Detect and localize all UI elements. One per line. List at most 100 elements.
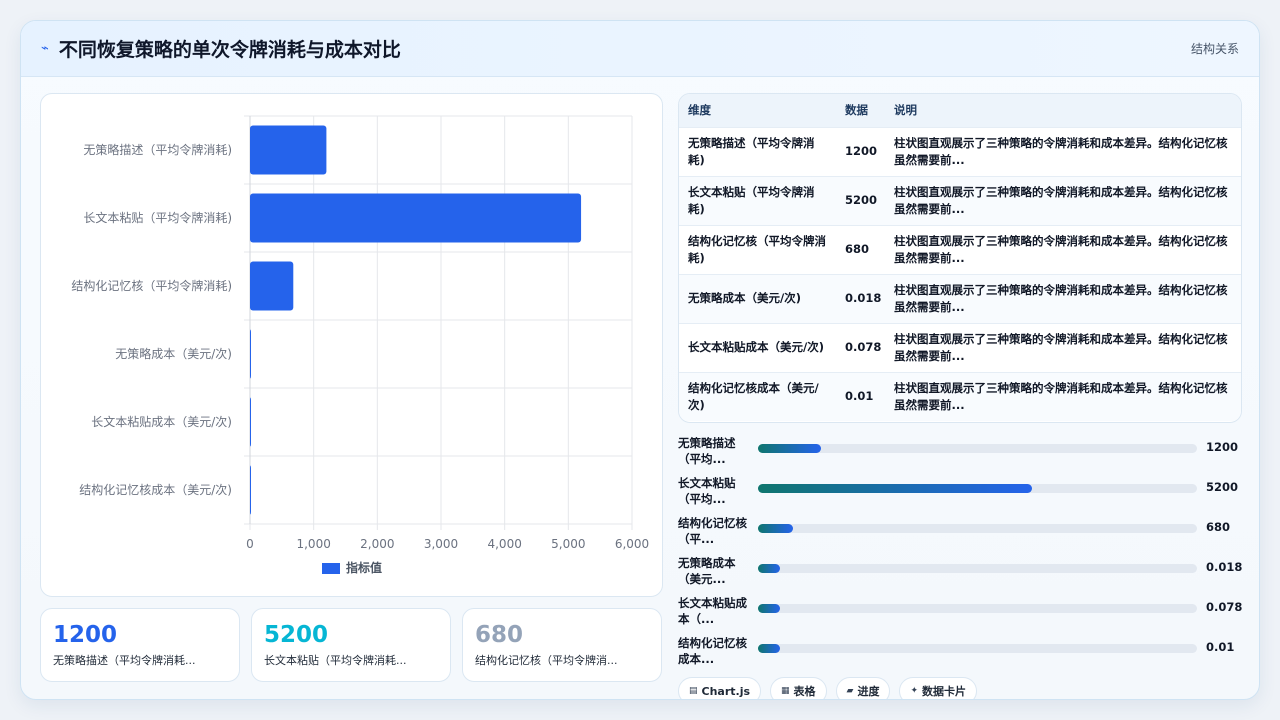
data-table-card: 维度 数据 说明 无策略描述（平均令牌消耗) 1200 柱状图直观展示了三种策略…	[678, 93, 1242, 423]
table-row: 长文本粘贴（平均令牌消耗) 5200 柱状图直观展示了三种策略的令牌消耗和成本差…	[679, 176, 1241, 225]
table-cell-dimension: 长文本粘贴（平均令牌消耗)	[688, 184, 815, 216]
bar-chart: 0 1,000 2,000 3,000 4,000 5,000 6,000 无策略描述（平均令…	[71, 115, 649, 575]
table-row: 无策略成本（美元/次) 0.018 柱状图直观展示了三种策略的令牌消耗和成本差异…	[679, 274, 1241, 323]
x-tick-label: 5,000	[551, 537, 585, 551]
table-row: 结构化记忆核（平均令牌消耗) 680 柱状图直观展示了三种策略的令牌消耗和成本差…	[679, 225, 1241, 274]
progress-track	[758, 604, 1197, 613]
chip-chartjs[interactable]: ▤ Chart.js	[678, 677, 762, 699]
progress-row: 长文本粘贴成本（... 0.078	[678, 593, 1242, 633]
table-cell-description: 柱状图直观展示了三种策略的令牌消耗和成本差异。结构化记忆核虽然需要前...	[894, 331, 1228, 363]
title-wrap: ⌁ 不同恢复策略的单次令牌消耗与成本对比	[41, 35, 401, 62]
progress-row: 长文本粘贴（平均... 5200	[678, 473, 1242, 513]
table-cell-value: 1200	[845, 144, 878, 158]
stat-card: 680 结构化记忆核（平均令牌消...	[462, 608, 662, 682]
progress-row: 结构化记忆核（平... 680	[678, 513, 1242, 553]
progress-icon: ▰	[846, 686, 854, 696]
chip-label: 数据卡片	[922, 685, 967, 698]
stat-label: 长文本粘贴（平均令牌消耗...	[264, 654, 407, 667]
progress-row: 无策略成本（美元... 0.018	[678, 553, 1242, 593]
bar	[250, 397, 251, 447]
progress-row: 结构化记忆核成本... 0.01	[678, 633, 1242, 673]
y-tick-label: 无策略描述（平均令牌消耗)	[83, 142, 232, 157]
x-tick-label: 1,000	[296, 537, 330, 551]
table-row: 长文本粘贴成本（美元/次) 0.078 柱状图直观展示了三种策略的令牌消耗和成本…	[679, 323, 1241, 372]
pulse-icon: ⌁	[41, 41, 49, 56]
x-tick-label: 4,000	[487, 537, 521, 551]
chart-icon: ▤	[689, 686, 698, 696]
y-tick-label: 长文本粘贴（平均令牌消耗)	[83, 210, 232, 225]
table-cell-description: 柱状图直观展示了三种策略的令牌消耗和成本差异。结构化记忆核虽然需要前...	[894, 233, 1228, 265]
progress-fill	[758, 524, 794, 533]
stat-card: 1200 无策略描述（平均令牌消耗...	[40, 608, 240, 682]
dashboard-frame: ⌁ 不同恢复策略的单次令牌消耗与成本对比 结构关系 0 1,000 2,000 3,0…	[20, 20, 1260, 700]
progress-label: 长文本粘贴（平均...	[678, 476, 736, 506]
chip-label: Chart.js	[701, 684, 751, 698]
progress-track	[758, 644, 1197, 653]
y-tick-label: 结构化记忆核（平均令牌消耗)	[71, 278, 232, 293]
table-header-row: 维度 数据 说明	[679, 94, 1241, 127]
table-row: 无策略描述（平均令牌消耗) 1200 柱状图直观展示了三种策略的令牌消耗和成本差…	[679, 127, 1241, 176]
x-tick-label: 3,000	[424, 537, 458, 551]
table-cell-value: 0.01	[845, 389, 874, 404]
table-cell-value: 0.078	[845, 340, 882, 354]
table-cell-dimension: 无策略成本（美元/次)	[688, 291, 801, 305]
table-cell-dimension: 结构化记忆核成本（美元/次)	[688, 380, 819, 412]
table-cell-dimension: 结构化记忆核（平均令牌消耗)	[688, 233, 826, 265]
sparkle-icon: ✦	[910, 686, 919, 696]
chip-label: 表格	[793, 685, 816, 698]
y-tick-label: 结构化记忆核成本（美元/次)	[79, 482, 232, 497]
progress-value: 1200	[1206, 440, 1239, 454]
table-cell-value: 0.018	[845, 291, 882, 305]
progress-track	[758, 564, 1197, 573]
bar	[250, 465, 251, 515]
view-chips: ▤ Chart.js ▦ 表格 ▰ 进度 ✦ 数据卡片	[678, 677, 978, 699]
table-row: 结构化记忆核成本（美元/次) 0.01 柱状图直观展示了三种策略的令牌消耗和成本…	[679, 372, 1241, 421]
chart-card: 0 1,000 2,000 3,000 4,000 5,000 6,000 无策略描述（平均令…	[40, 93, 663, 597]
table-cell-description: 柱状图直观展示了三种策略的令牌消耗和成本差异。结构化记忆核虽然需要前...	[894, 135, 1228, 167]
chip-data-cards[interactable]: ✦ 数据卡片	[899, 677, 978, 699]
table-cell-dimension: 长文本粘贴成本（美元/次)	[688, 340, 824, 354]
x-tick-label: 2,000	[360, 537, 394, 551]
table-cell-description: 柱状图直观展示了三种策略的令牌消耗和成本差异。结构化记忆核虽然需要前...	[894, 282, 1228, 314]
progress-label: 无策略成本（美元...	[678, 556, 736, 586]
header: ⌁ 不同恢复策略的单次令牌消耗与成本对比 结构关系	[21, 21, 1259, 77]
y-tick-label: 无策略成本（美元/次)	[115, 346, 232, 361]
bar	[250, 261, 294, 311]
progress-track	[758, 524, 1197, 533]
chip-label: 进度	[857, 685, 880, 698]
progress-fill	[758, 484, 1033, 493]
x-tick-label: 6,000	[615, 537, 649, 551]
progress-label: 结构化记忆核成本...	[678, 636, 747, 666]
progress-value: 0.018	[1206, 560, 1243, 574]
progress-label: 结构化记忆核（平...	[678, 516, 747, 546]
bar	[250, 193, 582, 243]
progress-fill	[758, 444, 822, 453]
progress-value: 0.078	[1206, 600, 1243, 614]
legend-label: 指标值	[346, 560, 382, 575]
chip-progress[interactable]: ▰ 进度	[835, 677, 891, 699]
table-cell-dimension: 无策略描述（平均令牌消耗)	[688, 135, 815, 167]
stat-value: 680	[475, 622, 524, 648]
table-cell-description: 柱状图直观展示了三种策略的令牌消耗和成本差异。结构化记忆核虽然需要前...	[894, 380, 1228, 412]
table-cell-description: 柱状图直观展示了三种策略的令牌消耗和成本差异。结构化记忆核虽然需要前...	[894, 184, 1228, 216]
table-cell-value: 680	[845, 242, 870, 256]
bar	[250, 125, 327, 175]
stat-label: 结构化记忆核（平均令牌消...	[475, 654, 618, 667]
column-header-description: 说明	[894, 103, 917, 118]
progress-track	[758, 484, 1197, 493]
stat-label: 无策略描述（平均令牌消耗...	[53, 654, 196, 667]
column-header-dimension: 维度	[688, 103, 711, 118]
progress-fill	[758, 644, 780, 653]
x-tick-label: 0	[246, 537, 254, 551]
progress-row: 无策略描述（平均... 1200	[678, 433, 1242, 473]
progress-fill	[758, 604, 780, 613]
progress-label: 长文本粘贴成本（...	[678, 596, 747, 626]
progress-fill	[758, 564, 780, 573]
bar	[250, 329, 251, 379]
chip-table[interactable]: ▦ 表格	[770, 677, 827, 699]
page-title: 不同恢复策略的单次令牌消耗与成本对比	[58, 39, 401, 61]
table-cell-value: 5200	[845, 193, 878, 207]
stat-value: 1200	[53, 622, 118, 648]
stat-card: 5200 长文本粘贴（平均令牌消耗...	[251, 608, 451, 682]
y-tick-label: 长文本粘贴成本（美元/次)	[91, 414, 232, 429]
